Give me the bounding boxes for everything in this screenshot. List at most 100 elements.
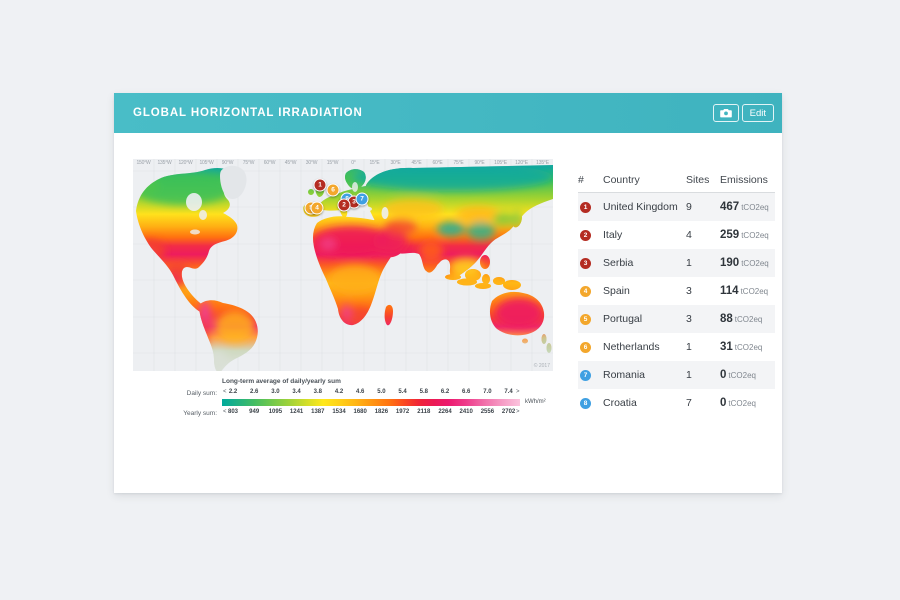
rank-badge: 8 <box>580 398 591 409</box>
sites-count: 4 <box>686 229 720 241</box>
scale-value: 1680 <box>354 409 367 415</box>
emissions-value: 88tCO2eq <box>720 313 775 325</box>
sites-count: 9 <box>686 201 720 213</box>
longitude-label: 75°E <box>453 160 463 166</box>
emissions-unit: tCO2eq <box>741 203 769 212</box>
scale-value: 949 <box>249 409 259 415</box>
scale-value: 1241 <box>290 409 303 415</box>
world-map-graphic <box>133 159 553 371</box>
daily-sum-scale: <2.22.63.03.43.84.24.65.05.45.86.26.67.0… <box>222 389 520 397</box>
scale-value: 1972 <box>396 409 409 415</box>
scale-value: 7.4 <box>504 389 512 395</box>
site-marker-romania[interactable]: 7 <box>356 193 369 206</box>
site-marker-spain[interactable]: 4 <box>311 202 324 215</box>
column-emissions: Emissions <box>720 174 775 186</box>
table-body: 1United Kingdom9467tCO2eq2Italy4259tCO2e… <box>578 193 775 417</box>
emissions-unit: tCO2eq <box>741 231 769 240</box>
longitude-label: 30°E <box>390 160 400 166</box>
table-header: # Country Sites Emissions <box>578 168 775 193</box>
emissions-unit: tCO2eq <box>728 399 756 408</box>
sites-count: 1 <box>686 369 720 381</box>
dashboard-card: GLOBAL HORIZONTAL IRRADIATION Edit <box>114 93 782 493</box>
country-name: Italy <box>603 229 686 241</box>
longitude-label: 30°W <box>306 160 317 166</box>
longitude-label: 120°W <box>178 160 192 166</box>
emissions-table: # Country Sites Emissions 1United Kingdo… <box>578 168 775 417</box>
sites-count: 3 <box>686 285 720 297</box>
scale-value: 1387 <box>311 409 324 415</box>
emissions-unit: tCO2eq <box>741 287 769 296</box>
snapshot-button[interactable] <box>713 104 739 122</box>
country-name: Spain <box>603 285 686 297</box>
page-title: GLOBAL HORIZONTAL IRRADIATION <box>133 107 363 119</box>
emissions-unit: tCO2eq <box>735 343 763 352</box>
rank-badge: 2 <box>580 230 591 241</box>
scale-value: 2.2 <box>229 389 237 395</box>
table-row-netherlands: 6Netherlands131tCO2eq <box>578 333 775 361</box>
scale-value: 2264 <box>438 409 451 415</box>
site-marker-italy[interactable]: 2 <box>338 199 351 212</box>
emissions-value: 0tCO2eq <box>720 369 775 381</box>
table-row-italy: 2 Italy4259tCO2eq <box>578 221 775 249</box>
rank-badge: 3 <box>580 258 591 269</box>
rank-badge: 5 <box>580 314 591 325</box>
table-row-united-kingdom: 1United Kingdom9467tCO2eq <box>578 193 775 221</box>
longitude-label: 135°W <box>157 160 171 166</box>
daily-sum-label: Daily sum: <box>133 390 217 397</box>
emissions-value: 259tCO2eq <box>720 229 775 241</box>
country-name: Netherlands <box>603 341 686 353</box>
edit-button[interactable]: Edit <box>742 104 774 122</box>
scale-value: 5.8 <box>420 389 428 395</box>
camera-icon <box>720 108 732 118</box>
column-country: Country <box>603 174 686 186</box>
yearly-sum-scale: <803949109512411387153416801826197221182… <box>222 409 520 417</box>
longitude-label: 135°E <box>536 160 549 166</box>
sites-count: 3 <box>686 313 720 325</box>
scale-value: 6.6 <box>462 389 470 395</box>
sites-count: 1 <box>686 341 720 353</box>
scale-value: 6.2 <box>441 389 449 395</box>
site-marker-united-kingdom[interactable]: 1 <box>314 179 327 192</box>
scale-less-than: < <box>223 389 227 395</box>
emissions-value: 0tCO2eq <box>720 397 775 409</box>
country-name: Croatia <box>603 397 686 409</box>
scale-value: 3.4 <box>292 389 300 395</box>
scale-value: 4.2 <box>335 389 343 395</box>
longitude-label: 15°E <box>369 160 379 166</box>
longitude-label: 60°W <box>264 160 275 166</box>
header-buttons: Edit <box>713 104 774 122</box>
scale-value: 2.6 <box>250 389 258 395</box>
table-row-spain: 4 Spain3114tCO2eq <box>578 277 775 305</box>
column-rank: # <box>578 174 603 186</box>
longitude-labels: 150°W135°W120°W105°W90°W75°W60°W45°W30°W… <box>133 160 553 166</box>
scale-value: 803 <box>228 409 238 415</box>
longitude-label: 150°W <box>136 160 150 166</box>
emissions-value: 114tCO2eq <box>720 285 775 297</box>
longitude-label: 45°W <box>285 160 296 166</box>
rank-badge: 1 <box>580 202 591 213</box>
color-scale-bar <box>222 399 520 406</box>
irradiation-legend: Long-term average of daily/yearly sum Da… <box>133 376 573 424</box>
scale-greater-than: > <box>516 409 520 415</box>
column-sites: Sites <box>686 174 720 186</box>
rank-badge: 4 <box>580 286 591 297</box>
map-copyright: © 2017 <box>534 363 550 369</box>
country-name: Serbia <box>603 257 686 269</box>
scale-value: 2702 <box>502 409 515 415</box>
emissions-value: 190tCO2eq <box>720 257 775 269</box>
card-header: GLOBAL HORIZONTAL IRRADIATION Edit <box>114 93 782 133</box>
site-marker-netherlands[interactable]: 6 <box>327 184 340 197</box>
scale-value: 7.0 <box>483 389 491 395</box>
scale-value: 2410 <box>460 409 473 415</box>
emissions-unit: tCO2eq <box>735 315 763 324</box>
country-name: Romania <box>603 369 686 381</box>
longitude-label: 90°W <box>222 160 233 166</box>
longitude-label: 0° <box>351 160 355 166</box>
scale-greater-than: > <box>516 389 520 395</box>
longitude-label: 120°E <box>515 160 528 166</box>
longitude-label: 90°E <box>474 160 484 166</box>
emissions-unit: tCO2eq <box>728 371 756 380</box>
emissions-unit: tCO2eq <box>741 259 769 268</box>
table-row-portugal: 5Portugal388tCO2eq <box>578 305 775 333</box>
world-irradiation-map: 150°W135°W120°W105°W90°W75°W60°W45°W30°W… <box>133 159 553 371</box>
